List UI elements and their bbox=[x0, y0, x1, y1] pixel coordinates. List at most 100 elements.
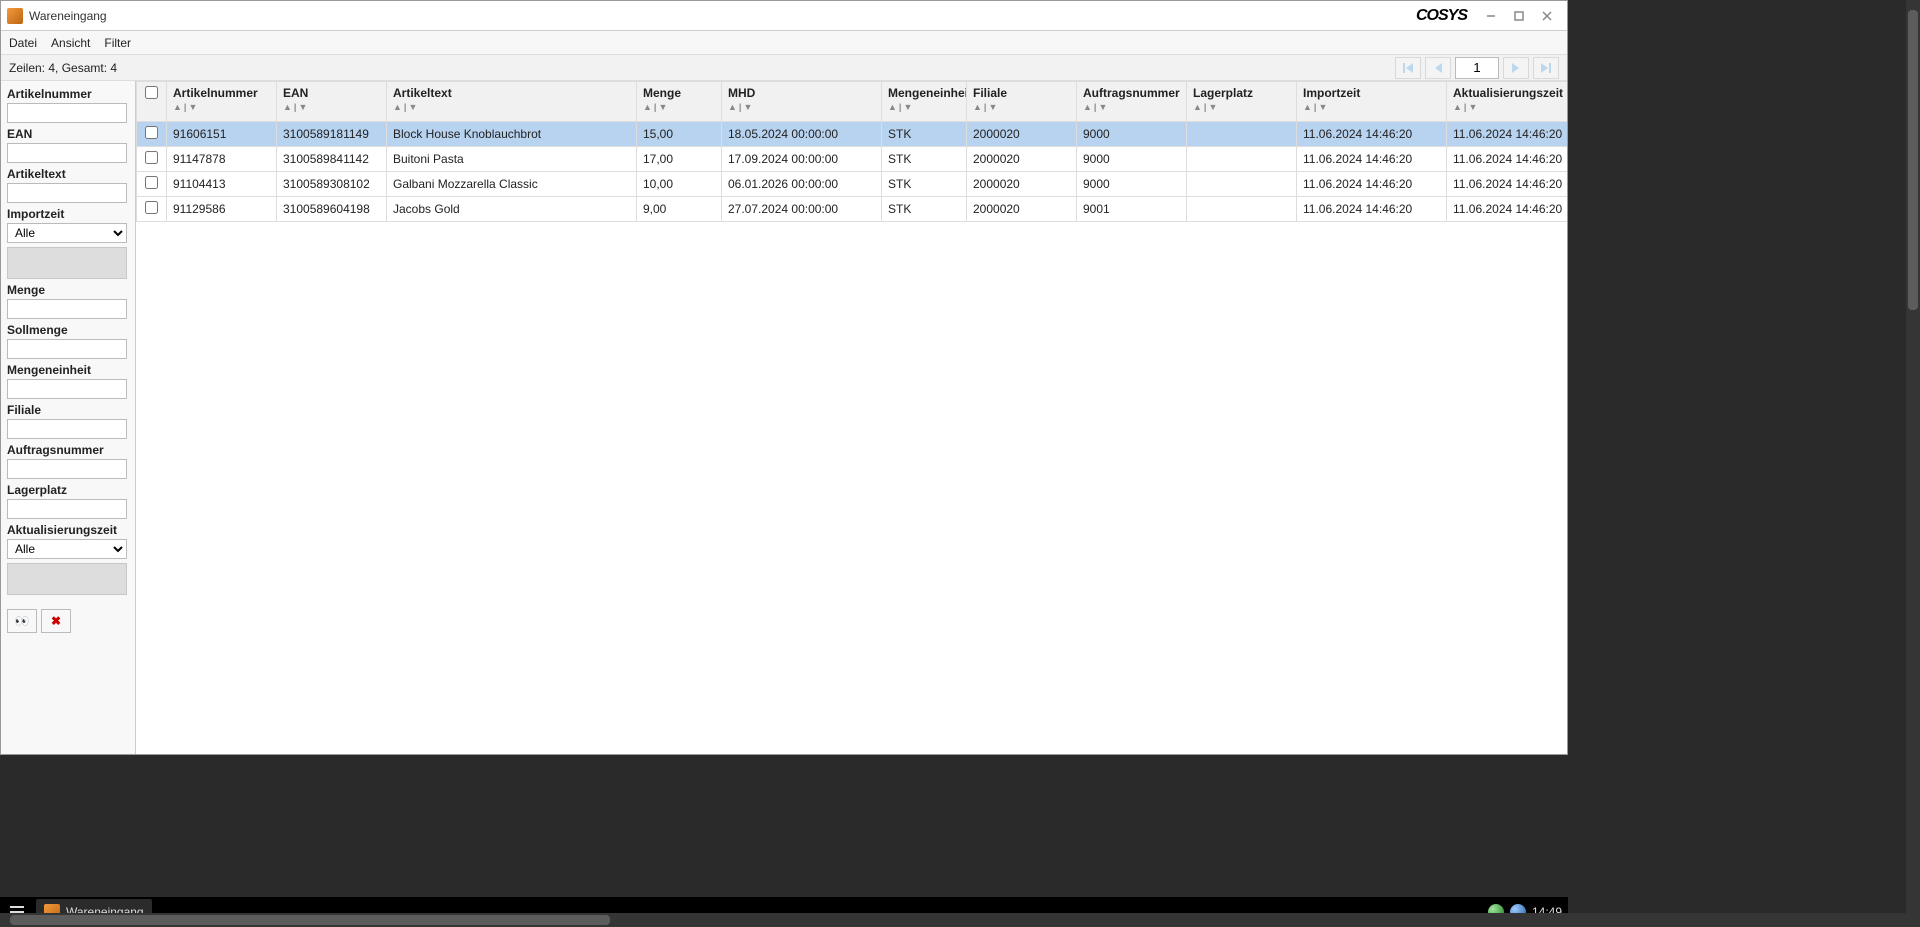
sort-asc-icon[interactable]: ▲ bbox=[728, 102, 737, 112]
table-cell bbox=[1187, 147, 1297, 172]
column-header[interactable]: Artikelnummer▲|▼ bbox=[167, 82, 277, 122]
menu-ansicht[interactable]: Ansicht bbox=[51, 36, 90, 50]
sort-desc-icon[interactable]: ▼ bbox=[1318, 102, 1327, 112]
filter-input[interactable] bbox=[7, 183, 127, 203]
pager-page-input[interactable] bbox=[1455, 57, 1499, 79]
row-checkbox[interactable] bbox=[145, 151, 158, 164]
pager-first[interactable] bbox=[1395, 57, 1421, 79]
sort-icons[interactable]: ▲|▼ bbox=[1193, 102, 1290, 112]
sort-asc-icon[interactable]: ▲ bbox=[1303, 102, 1312, 112]
page-scrollbar-vertical[interactable] bbox=[1906, 0, 1920, 927]
pager-prev[interactable] bbox=[1425, 57, 1451, 79]
column-header[interactable]: MHD▲|▼ bbox=[722, 82, 882, 122]
table-cell: Galbani Mozzarella Classic bbox=[387, 172, 637, 197]
column-header[interactable]: Mengeneinheit▲|▼ bbox=[882, 82, 967, 122]
sort-desc-icon[interactable]: ▼ bbox=[988, 102, 997, 112]
row-checkbox[interactable] bbox=[145, 176, 158, 189]
clear-button[interactable]: ✖ bbox=[41, 609, 71, 633]
menu-filter[interactable]: Filter bbox=[104, 36, 131, 50]
data-table: Artikelnummer▲|▼EAN▲|▼Artikeltext▲|▼Meng… bbox=[136, 81, 1567, 222]
sort-icons[interactable]: ▲|▼ bbox=[1303, 102, 1440, 112]
sort-icons[interactable]: ▲|▼ bbox=[1453, 102, 1567, 112]
table-cell: 17,00 bbox=[637, 147, 722, 172]
sort-asc-icon[interactable]: ▲ bbox=[888, 102, 897, 112]
filter-input[interactable] bbox=[7, 419, 127, 439]
sort-desc-icon[interactable]: ▼ bbox=[298, 102, 307, 112]
table-cell: 3100589604198 bbox=[277, 197, 387, 222]
sort-icons[interactable]: ▲|▼ bbox=[1083, 102, 1180, 112]
table-cell: 11.06.2024 14:46:20 bbox=[1297, 122, 1447, 147]
column-header[interactable]: EAN▲|▼ bbox=[277, 82, 387, 122]
sort-icons[interactable]: ▲|▼ bbox=[643, 102, 715, 112]
table-row[interactable]: 911478783100589841142Buitoni Pasta17,001… bbox=[137, 147, 1568, 172]
filter-input[interactable] bbox=[7, 499, 127, 519]
table-cell: 9000 bbox=[1077, 147, 1187, 172]
table-cell: 18.05.2024 00:00:00 bbox=[722, 122, 882, 147]
sort-icons[interactable]: ▲|▼ bbox=[888, 102, 960, 112]
sort-desc-icon[interactable]: ▼ bbox=[1098, 102, 1107, 112]
table-cell: 2000020 bbox=[967, 197, 1077, 222]
filter-input[interactable] bbox=[7, 103, 127, 123]
sort-desc-icon[interactable]: ▼ bbox=[743, 102, 752, 112]
sort-asc-icon[interactable]: ▲ bbox=[1083, 102, 1092, 112]
filter-input[interactable] bbox=[7, 339, 127, 359]
table-cell bbox=[1187, 197, 1297, 222]
row-checkbox[interactable] bbox=[145, 201, 158, 214]
pager-next[interactable] bbox=[1503, 57, 1529, 79]
table-cell: 11.06.2024 14:46:20 bbox=[1297, 147, 1447, 172]
sort-asc-icon[interactable]: ▲ bbox=[643, 102, 652, 112]
row-count-status: Zeilen: 4, Gesamt: 4 bbox=[9, 61, 117, 75]
sort-desc-icon[interactable]: ▼ bbox=[188, 102, 197, 112]
sort-icons[interactable]: ▲|▼ bbox=[973, 102, 1070, 112]
table-row[interactable]: 911295863100589604198Jacobs Gold9,0027.0… bbox=[137, 197, 1568, 222]
table-cell: 91147878 bbox=[167, 147, 277, 172]
table-row[interactable]: 911044133100589308102Galbani Mozzarella … bbox=[137, 172, 1568, 197]
filter-input[interactable] bbox=[7, 459, 127, 479]
filter-input[interactable] bbox=[7, 299, 127, 319]
search-button[interactable]: 👀 bbox=[7, 609, 37, 633]
sort-desc-icon[interactable]: ▼ bbox=[903, 102, 912, 112]
menu-datei[interactable]: Datei bbox=[9, 36, 37, 50]
table-row[interactable]: 916061513100589181149Block House Knoblau… bbox=[137, 122, 1568, 147]
filter-select[interactable]: Alle bbox=[7, 539, 127, 559]
table-cell: STK bbox=[882, 172, 967, 197]
maximize-button[interactable] bbox=[1505, 5, 1533, 27]
infobar: Zeilen: 4, Gesamt: 4 bbox=[1, 55, 1567, 81]
table-cell: Jacobs Gold bbox=[387, 197, 637, 222]
column-header[interactable]: Filiale▲|▼ bbox=[967, 82, 1077, 122]
sort-desc-icon[interactable]: ▼ bbox=[658, 102, 667, 112]
pager-last[interactable] bbox=[1533, 57, 1559, 79]
select-all-checkbox[interactable] bbox=[145, 86, 158, 99]
sort-asc-icon[interactable]: ▲ bbox=[173, 102, 182, 112]
sort-icons[interactable]: ▲|▼ bbox=[393, 102, 630, 112]
sort-icons[interactable]: ▲|▼ bbox=[173, 102, 270, 112]
minimize-button[interactable] bbox=[1477, 5, 1505, 27]
sort-asc-icon[interactable]: ▲ bbox=[393, 102, 402, 112]
sort-desc-icon[interactable]: ▼ bbox=[408, 102, 417, 112]
column-header[interactable]: Aktualisierungszeit▲|▼ bbox=[1447, 82, 1568, 122]
table-cell: Buitoni Pasta bbox=[387, 147, 637, 172]
column-header[interactable]: Artikeltext▲|▼ bbox=[387, 82, 637, 122]
column-header[interactable]: Auftragsnummer▲|▼ bbox=[1077, 82, 1187, 122]
filter-input[interactable] bbox=[7, 379, 127, 399]
row-checkbox[interactable] bbox=[145, 126, 158, 139]
page-scrollbar-horizontal[interactable] bbox=[0, 913, 1920, 927]
sort-asc-icon[interactable]: ▲ bbox=[973, 102, 982, 112]
filter-input[interactable] bbox=[7, 143, 127, 163]
filter-label: Artikelnummer bbox=[7, 87, 129, 101]
sort-asc-icon[interactable]: ▲ bbox=[1193, 102, 1202, 112]
column-header[interactable]: Menge▲|▼ bbox=[637, 82, 722, 122]
table-cell: 11.06.2024 14:46:20 bbox=[1447, 147, 1568, 172]
table-cell: 91606151 bbox=[167, 122, 277, 147]
column-header[interactable]: Lagerplatz▲|▼ bbox=[1187, 82, 1297, 122]
sort-desc-icon[interactable]: ▼ bbox=[1208, 102, 1217, 112]
close-button[interactable] bbox=[1533, 5, 1561, 27]
sort-icons[interactable]: ▲|▼ bbox=[283, 102, 380, 112]
column-header[interactable]: Importzeit▲|▼ bbox=[1297, 82, 1447, 122]
sort-asc-icon[interactable]: ▲ bbox=[283, 102, 292, 112]
sort-icons[interactable]: ▲|▼ bbox=[728, 102, 875, 112]
sort-asc-icon[interactable]: ▲ bbox=[1453, 102, 1462, 112]
sort-desc-icon[interactable]: ▼ bbox=[1468, 102, 1477, 112]
filter-select[interactable]: Alle bbox=[7, 223, 127, 243]
table-cell: STK bbox=[882, 122, 967, 147]
